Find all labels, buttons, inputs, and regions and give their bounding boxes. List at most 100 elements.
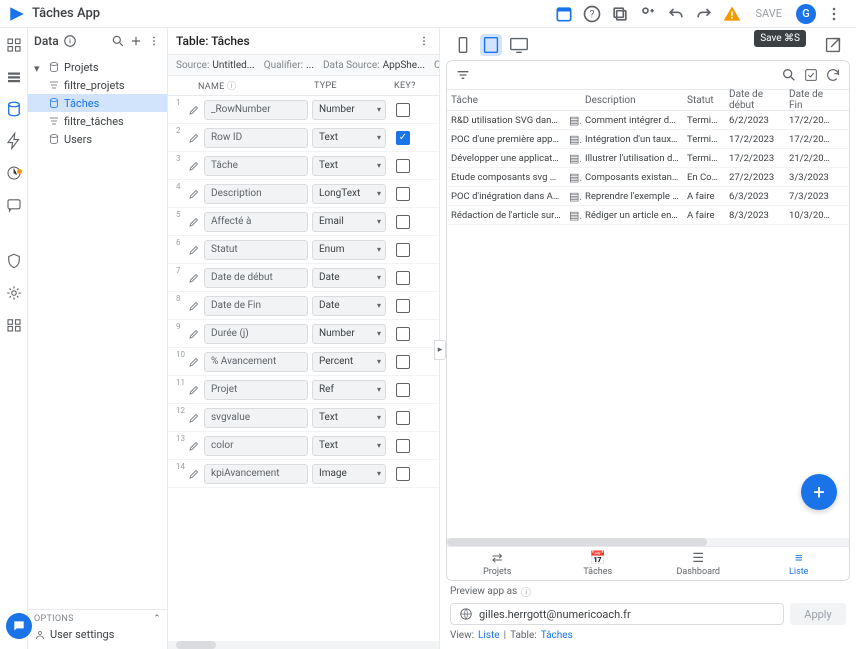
column-type-select[interactable]: Percent xyxy=(312,352,386,372)
tree-item-projets[interactable]: ▾Projets xyxy=(28,58,167,76)
key-checkbox[interactable] xyxy=(396,299,410,313)
help-icon[interactable]: ? xyxy=(582,4,602,24)
calendar-icon[interactable] xyxy=(554,4,574,24)
preview-row[interactable]: Développer une application de ...▤Illust… xyxy=(447,149,849,168)
search-icon[interactable] xyxy=(111,34,125,48)
key-checkbox[interactable] xyxy=(396,187,410,201)
column-name-input[interactable] xyxy=(204,184,308,204)
column-name-input[interactable] xyxy=(204,296,308,316)
panel-expand-handle[interactable]: ▸ xyxy=(434,340,446,360)
edit-column-icon[interactable] xyxy=(188,272,200,284)
chat-icon[interactable] xyxy=(5,196,23,214)
column-name-input[interactable] xyxy=(204,408,308,428)
column-type-select[interactable]: Number xyxy=(312,324,386,344)
column-type-select[interactable]: Date xyxy=(312,296,386,316)
filter-icon[interactable] xyxy=(455,67,471,83)
security-icon[interactable] xyxy=(5,252,23,270)
edit-column-icon[interactable] xyxy=(188,216,200,228)
key-checkbox[interactable] xyxy=(396,439,410,453)
preview-search-icon[interactable] xyxy=(781,67,797,83)
user-avatar[interactable]: G xyxy=(796,4,816,24)
column-type-select[interactable]: LongText xyxy=(312,184,386,204)
column-type-select[interactable]: Text xyxy=(312,436,386,456)
nav-liste[interactable]: ≡Liste xyxy=(749,547,850,580)
column-type-select[interactable]: Text xyxy=(312,156,386,176)
column-name-input[interactable] xyxy=(204,156,308,176)
edit-column-icon[interactable] xyxy=(188,440,200,452)
preview-row[interactable]: R&D utilisation SVG dans AppS...▤Comment… xyxy=(447,111,849,130)
column-name-input[interactable] xyxy=(204,212,308,232)
key-checkbox[interactable] xyxy=(396,355,410,369)
key-checkbox[interactable] xyxy=(396,467,410,481)
key-checkbox[interactable] xyxy=(396,159,410,173)
preview-horizontal-scrollbar[interactable] xyxy=(447,538,849,546)
column-type-select[interactable]: Email xyxy=(312,212,386,232)
info-icon[interactable]: i xyxy=(63,34,77,48)
more-icon[interactable] xyxy=(824,4,844,24)
home-icon[interactable] xyxy=(5,36,23,54)
column-name-input[interactable] xyxy=(204,324,308,344)
column-name-input[interactable] xyxy=(204,436,308,456)
name-info-icon[interactable]: ⓘ xyxy=(227,82,236,92)
chat-fab-button[interactable] xyxy=(6,613,32,639)
actions-icon[interactable] xyxy=(5,132,23,150)
preview-row[interactable]: POC d'une première application▤Intégrati… xyxy=(447,130,849,149)
views-icon[interactable] xyxy=(5,68,23,86)
column-name-input[interactable] xyxy=(204,464,308,484)
column-name-input[interactable] xyxy=(204,268,308,288)
column-type-select[interactable]: Text xyxy=(312,408,386,428)
device-desktop-icon[interactable] xyxy=(508,34,530,56)
column-name-input[interactable] xyxy=(204,352,308,372)
column-type-select[interactable]: Image xyxy=(312,464,386,484)
user-settings-item[interactable]: User settings xyxy=(34,624,161,645)
collapse-icon[interactable]: ⌃ xyxy=(153,614,161,624)
column-type-select[interactable]: Enum xyxy=(312,240,386,260)
edit-column-icon[interactable] xyxy=(188,160,200,172)
preview-row[interactable]: POC d'inégration dans Appsheet▤Reprendre… xyxy=(447,187,849,206)
key-checkbox[interactable] xyxy=(396,215,410,229)
edit-column-icon[interactable] xyxy=(188,132,200,144)
add-record-button[interactable]: + xyxy=(801,474,837,510)
undo-icon[interactable] xyxy=(666,4,686,24)
tree-item-users[interactable]: Users xyxy=(28,130,167,148)
preview-user-select[interactable]: gilles.herrgott@numericoach.fr xyxy=(450,603,784,625)
column-type-select[interactable]: Ref xyxy=(312,380,386,400)
edit-column-icon[interactable] xyxy=(188,244,200,256)
tree-item-filtre_tâches[interactable]: filtre_tâches xyxy=(28,112,167,130)
edit-column-icon[interactable] xyxy=(188,468,200,480)
nav-projets[interactable]: ⇄Projets xyxy=(447,547,548,580)
nav-tâches[interactable]: 📅Tâches xyxy=(548,547,649,580)
warning-icon[interactable] xyxy=(722,4,742,24)
refresh-icon[interactable] xyxy=(825,67,841,83)
column-name-input[interactable] xyxy=(204,128,308,148)
data-icon[interactable] xyxy=(5,100,23,118)
edit-column-icon[interactable] xyxy=(188,356,200,368)
device-phone-icon[interactable] xyxy=(452,34,474,56)
intelligence-icon[interactable] xyxy=(5,284,23,302)
edit-column-icon[interactable] xyxy=(188,384,200,396)
edit-column-icon[interactable] xyxy=(188,328,200,340)
panel-more-icon[interactable] xyxy=(147,34,161,48)
edit-column-icon[interactable] xyxy=(188,412,200,424)
edit-column-icon[interactable] xyxy=(188,104,200,116)
table-more-icon[interactable] xyxy=(417,34,431,48)
key-checkbox[interactable] xyxy=(396,243,410,257)
manage-icon[interactable] xyxy=(5,316,23,334)
device-tablet-icon[interactable] xyxy=(480,34,502,56)
select-icon[interactable] xyxy=(803,67,819,83)
share-icon[interactable] xyxy=(638,4,658,24)
column-name-input[interactable] xyxy=(204,240,308,260)
key-checkbox[interactable] xyxy=(396,327,410,341)
key-checkbox[interactable] xyxy=(396,131,410,145)
column-type-select[interactable]: Text xyxy=(312,128,386,148)
key-checkbox[interactable] xyxy=(396,411,410,425)
nav-dashboard[interactable]: ☰Dashboard xyxy=(648,547,749,580)
preview-row[interactable]: Etude composants svg dans vu...▤Composan… xyxy=(447,168,849,187)
column-name-input[interactable] xyxy=(204,100,308,120)
preview-row[interactable]: Rédaction de l'article sur la bas...▤Réd… xyxy=(447,206,849,225)
tree-item-tâches[interactable]: Tâches xyxy=(28,94,167,112)
open-external-icon[interactable] xyxy=(822,34,844,56)
column-name-input[interactable] xyxy=(204,380,308,400)
key-checkbox[interactable] xyxy=(396,271,410,285)
key-checkbox[interactable] xyxy=(396,383,410,397)
